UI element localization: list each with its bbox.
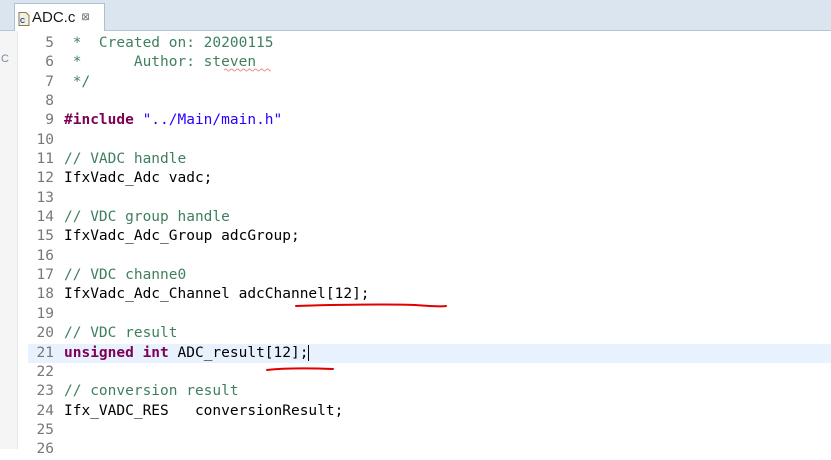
- line-number: 14: [36, 209, 54, 226]
- line-number: 19: [36, 305, 54, 322]
- line-number: 6: [45, 54, 54, 71]
- code-token: ADC_result[12];: [168, 344, 309, 361]
- line-number: 11: [36, 151, 54, 168]
- code-line[interactable]: 6 * Author: steven: [28, 53, 831, 72]
- line-number: 7: [45, 73, 54, 90]
- code-comment: // VADC handle: [64, 151, 187, 168]
- line-number: 10: [36, 131, 54, 148]
- code-comment: * Created on: 20200115: [64, 35, 274, 51]
- line-number: 24: [36, 402, 54, 419]
- code-line[interactable]: 5 * Created on: 20200115: [28, 34, 831, 53]
- code-text: * Created on: 20200115: [54, 34, 274, 53]
- code-line[interactable]: 10: [28, 131, 831, 150]
- code-editor[interactable]: 5 * Created on: 20200115 6 * Author: stev…: [28, 34, 831, 457]
- code-line[interactable]: 22: [28, 363, 831, 382]
- code-token: IfxVadc_Adc_Channel adcChannel[12];: [64, 286, 370, 303]
- code-text: // conversion result: [54, 382, 239, 401]
- code-line[interactable]: 9 #include "../Main/main.h": [28, 111, 831, 130]
- code-line[interactable]: 7 */: [28, 73, 831, 92]
- line-number: 13: [36, 189, 54, 206]
- left-panel-letter: C: [1, 53, 9, 65]
- line-number: 21: [36, 344, 54, 361]
- code-line[interactable]: 26: [28, 440, 831, 459]
- line-number: 5: [45, 35, 54, 51]
- line-number: 18: [36, 286, 54, 303]
- code-line[interactable]: 23 // conversion result: [28, 382, 831, 401]
- code-line[interactable]: 21 unsigned int ADC_result[12];: [28, 343, 831, 363]
- code-text: // VDC channe0: [54, 266, 186, 285]
- code-line[interactable]: 17 // VDC channe0: [28, 266, 831, 285]
- editor-window: C ADC.c ⊠ C 5 * Created on: 20200115 6 * …: [0, 0, 831, 457]
- close-icon[interactable]: ⊠: [81, 12, 89, 23]
- code-line[interactable]: 8: [28, 92, 831, 111]
- code-text: IfxVadc_Adc_Group adcGroup;: [54, 227, 300, 246]
- code-line[interactable]: 24 Ifx_VADC_RES conversionResult;: [28, 402, 831, 421]
- code-comment: // VDC group handle: [64, 209, 230, 226]
- code-text: IfxVadc_Adc_Channel adcChannel[12];: [54, 285, 370, 304]
- code-comment: * Author: steven: [64, 54, 257, 71]
- code-line[interactable]: 25: [28, 421, 831, 440]
- code-text: */: [54, 73, 90, 92]
- code-token: Ifx_VADC_RES conversionResult;: [64, 402, 344, 419]
- code-line[interactable]: 14 // VDC group handle: [28, 208, 831, 227]
- code-line[interactable]: 19: [28, 305, 831, 324]
- tab-adc-c[interactable]: C ADC.c ⊠: [14, 3, 105, 31]
- code-text: // VADC handle: [54, 150, 186, 169]
- code-comment: // conversion result: [64, 383, 239, 400]
- left-panel-edge: C: [0, 31, 18, 449]
- code-comment: // VDC result: [64, 325, 178, 342]
- code-comment: // VDC channe0: [64, 267, 187, 284]
- code-text: Ifx_VADC_RES conversionResult;: [54, 402, 343, 421]
- code-keyword: #include: [64, 112, 134, 129]
- editor-tab-bar: C ADC.c ⊠: [0, 0, 831, 31]
- code-text: // VDC result: [54, 324, 178, 343]
- code-line[interactable]: 15 IfxVadc_Adc_Group adcGroup;: [28, 227, 831, 246]
- code-string: "../Main/main.h": [142, 112, 283, 129]
- line-number: 25: [36, 421, 54, 438]
- line-number: 9: [45, 112, 54, 129]
- code-text: * Author: steven: [54, 53, 256, 72]
- code-line[interactable]: 16: [28, 247, 831, 266]
- line-number: 23: [36, 383, 54, 400]
- code-keyword: unsigned: [64, 344, 134, 361]
- line-number: 22: [36, 363, 54, 380]
- code-text: #include "../Main/main.h": [54, 111, 282, 130]
- code-comment: */: [64, 73, 91, 90]
- code-text: // VDC group handle: [54, 208, 230, 227]
- tab-title: ADC.c: [32, 9, 76, 26]
- code-text: IfxVadc_Adc vadc;: [54, 169, 212, 188]
- line-number: 17: [36, 267, 54, 284]
- line-number: 12: [36, 170, 54, 187]
- code-text: unsigned int ADC_result[12];: [54, 344, 310, 363]
- code-line[interactable]: 20 // VDC result: [28, 324, 831, 343]
- line-number: 15: [36, 228, 54, 245]
- code-token: IfxVadc_Adc_Group adcGroup;: [64, 228, 300, 245]
- line-number: 20: [36, 325, 54, 342]
- code-line[interactable]: 13: [28, 189, 831, 208]
- line-number: 8: [45, 93, 54, 110]
- code-line[interactable]: 11 // VADC handle: [28, 150, 831, 169]
- code-keyword: int: [142, 344, 169, 361]
- code-line[interactable]: 18 IfxVadc_Adc_Channel adcChannel[12];: [28, 285, 831, 304]
- code-token: IfxVadc_Adc vadc;: [64, 170, 213, 187]
- line-number: 16: [36, 247, 54, 264]
- svg-text:C: C: [20, 18, 25, 25]
- code-line[interactable]: 12 IfxVadc_Adc vadc;: [28, 169, 831, 188]
- text-cursor: [308, 344, 310, 361]
- line-number: 26: [36, 441, 54, 458]
- c-source-file-icon: C: [18, 11, 30, 26]
